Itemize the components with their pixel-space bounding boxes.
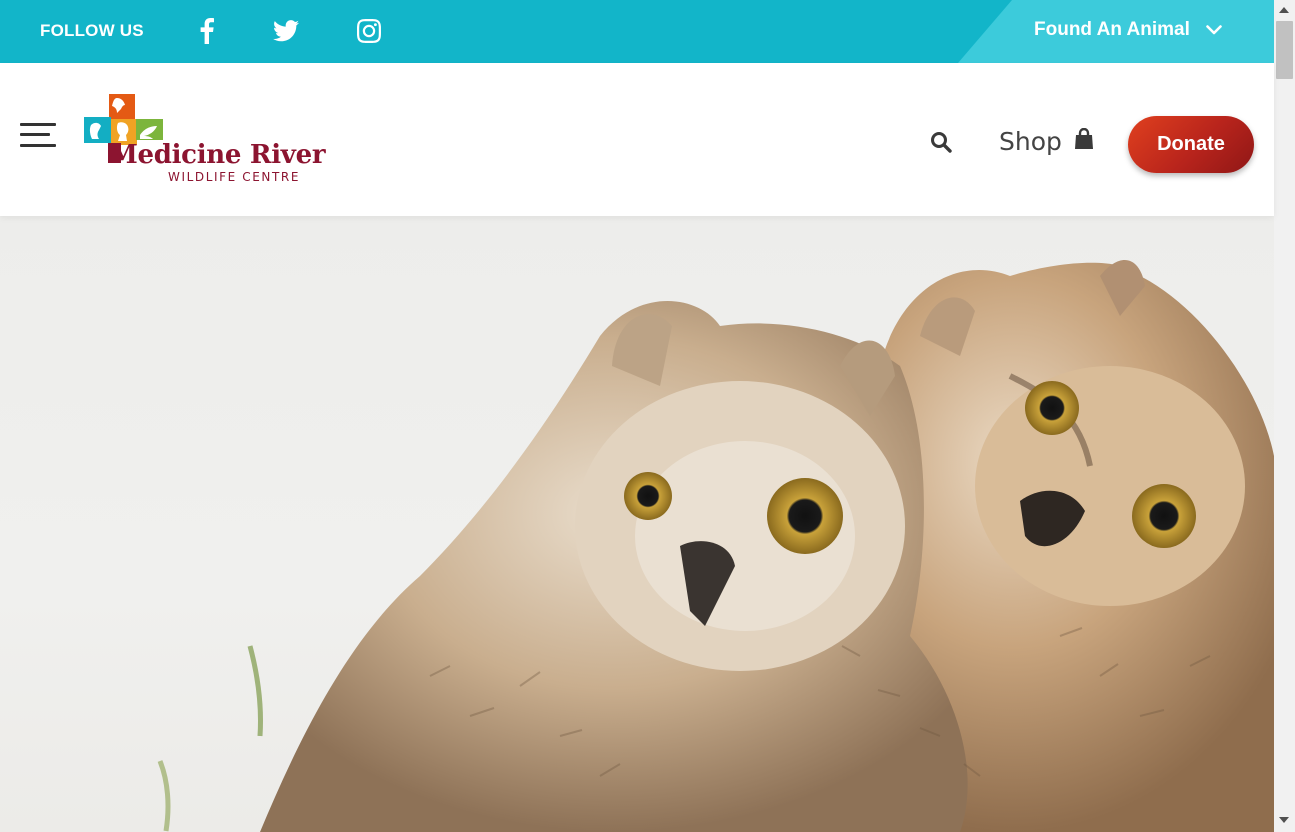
- instagram-icon[interactable]: [354, 16, 384, 46]
- scroll-down-arrow-icon[interactable]: [1279, 817, 1289, 823]
- chevron-down-icon: [1206, 25, 1222, 35]
- logo-title: Medicine River: [109, 140, 326, 170]
- logo-subtitle: WILDLIFE CENTRE: [168, 170, 301, 184]
- donate-button[interactable]: Donate: [1128, 116, 1254, 173]
- shop-link[interactable]: Shop: [999, 127, 1094, 156]
- scroll-thumb[interactable]: [1276, 21, 1293, 79]
- search-icon[interactable]: [930, 131, 952, 158]
- shop-label: Shop: [999, 127, 1062, 156]
- social-bar: FOLLOW US Found An Animal: [0, 0, 1274, 63]
- twitter-icon[interactable]: [271, 16, 301, 46]
- found-an-animal-label: Found An Animal: [1034, 19, 1190, 40]
- menu-icon[interactable]: [20, 123, 56, 151]
- site-header: Medicine River WILDLIFE CENTRE Shop Dona…: [0, 63, 1274, 216]
- found-an-animal-dropdown[interactable]: Found An Animal: [958, 0, 1274, 63]
- site-logo[interactable]: Medicine River WILDLIFE CENTRE: [84, 92, 334, 184]
- hero-image: [0, 216, 1274, 832]
- shopping-bag-icon: [1074, 127, 1093, 149]
- scrollbar[interactable]: [1274, 0, 1295, 832]
- follow-us-label: FOLLOW US: [40, 21, 144, 40]
- scroll-up-arrow-icon[interactable]: [1279, 7, 1289, 13]
- facebook-icon[interactable]: [192, 16, 222, 46]
- owl-fledglings-photo: [157, 259, 1274, 832]
